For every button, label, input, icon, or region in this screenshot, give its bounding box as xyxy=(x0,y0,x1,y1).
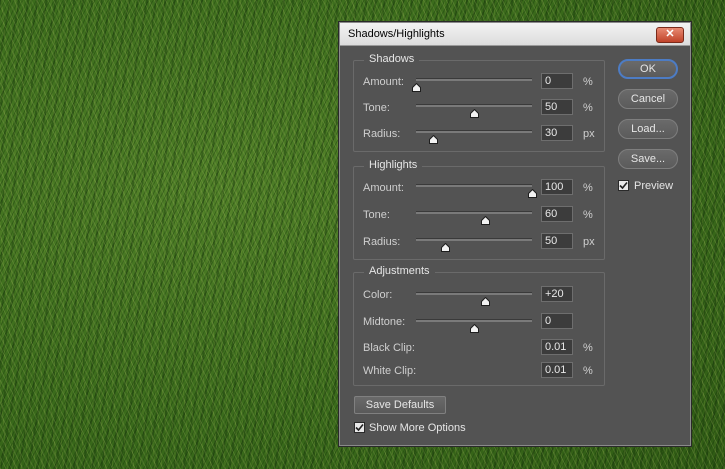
ok-button[interactable]: OK xyxy=(618,59,678,79)
adjustments-midtone-slider-thumb[interactable] xyxy=(469,324,479,333)
shadows-tone-input[interactable]: 50 xyxy=(541,99,573,115)
black-clip-input[interactable]: 0.01 xyxy=(541,339,573,355)
highlights-tone-label: Tone: xyxy=(363,209,390,221)
shadows-amount-slider[interactable] xyxy=(416,78,532,81)
show-more-options-label: Show More Options xyxy=(369,422,466,434)
cancel-button[interactable]: Cancel xyxy=(618,89,678,109)
shadows-amount-label: Amount: xyxy=(363,76,404,88)
highlights-amount-slider-thumb[interactable] xyxy=(527,189,537,198)
highlights-tone-unit: % xyxy=(583,209,593,221)
shadows-highlights-dialog: Shadows/Highlights ✕ Shadows Amount: 0 %… xyxy=(338,21,692,447)
white-clip-unit: % xyxy=(583,365,593,377)
highlights-radius-input[interactable]: 50 xyxy=(541,233,573,249)
shadows-radius-input[interactable]: 30 xyxy=(541,125,573,141)
shadows-tone-slider[interactable] xyxy=(416,104,532,107)
adjustments-midtone-input[interactable]: 0 xyxy=(541,313,573,329)
highlights-tone-slider-thumb[interactable] xyxy=(481,216,491,225)
highlights-radius-label: Radius: xyxy=(363,236,401,248)
shadows-radius-label: Radius: xyxy=(363,128,401,140)
load-button[interactable]: Load... xyxy=(618,119,678,139)
close-icon: ✕ xyxy=(665,28,675,40)
adjustments-color-label: Color: xyxy=(363,289,393,301)
adjustments-midtone-label: Midtone: xyxy=(363,316,406,328)
checkmark-icon xyxy=(355,423,364,432)
adjustments-title: Adjustments xyxy=(364,265,435,277)
shadows-group: Shadows Amount: 0 % Tone: 50 % Radius: 3… xyxy=(353,53,605,152)
shadows-radius-slider-thumb[interactable] xyxy=(428,135,438,144)
adjustments-group: Adjustments Color: +20 Midtone: 0 Black … xyxy=(353,265,605,386)
preview-checkbox[interactable] xyxy=(618,180,629,191)
shadows-tone-slider-thumb[interactable] xyxy=(469,109,479,118)
white-clip-label: White Clip: xyxy=(363,365,417,377)
adjustments-color-slider-thumb[interactable] xyxy=(481,297,491,306)
highlights-title: Highlights xyxy=(364,159,423,171)
shadows-amount-slider-thumb[interactable] xyxy=(411,83,421,92)
shadows-title: Shadows xyxy=(364,53,420,65)
highlights-tone-slider[interactable] xyxy=(416,211,532,214)
checkmark-icon xyxy=(619,181,628,190)
shadows-radius-unit: px xyxy=(583,128,595,140)
shadows-tone-label: Tone: xyxy=(363,102,390,114)
highlights-amount-label: Amount: xyxy=(363,182,404,194)
shadows-amount-input[interactable]: 0 xyxy=(541,73,573,89)
title-bar[interactable]: Shadows/Highlights ✕ xyxy=(340,23,690,46)
adjustments-midtone-slider[interactable] xyxy=(416,319,532,322)
adjustments-color-slider[interactable] xyxy=(416,292,532,295)
preview-label: Preview xyxy=(634,180,674,192)
white-clip-input[interactable]: 0.01 xyxy=(541,362,573,378)
save-defaults-button[interactable]: Save Defaults xyxy=(354,396,446,414)
highlights-radius-slider[interactable] xyxy=(416,238,532,241)
highlights-radius-unit: px xyxy=(583,236,595,248)
highlights-amount-input[interactable]: 100 xyxy=(541,179,573,195)
adjustments-color-input[interactable]: +20 xyxy=(541,286,573,302)
black-clip-unit: % xyxy=(583,342,593,354)
shadows-radius-slider[interactable] xyxy=(416,130,532,133)
close-button[interactable]: ✕ xyxy=(656,27,684,43)
highlights-group: Highlights Amount: 100 % Tone: 60 % Radi… xyxy=(353,159,605,260)
highlights-amount-unit: % xyxy=(583,182,593,194)
black-clip-label: Black Clip: xyxy=(363,342,415,354)
highlights-radius-slider-thumb[interactable] xyxy=(440,243,450,252)
highlights-tone-input[interactable]: 60 xyxy=(541,206,573,222)
save-button[interactable]: Save... xyxy=(618,149,678,169)
dialog-title: Shadows/Highlights xyxy=(348,28,445,40)
highlights-amount-slider[interactable] xyxy=(416,184,532,187)
shadows-amount-unit: % xyxy=(583,76,593,88)
show-more-options-checkbox[interactable] xyxy=(354,422,365,433)
shadows-tone-unit: % xyxy=(583,102,593,114)
